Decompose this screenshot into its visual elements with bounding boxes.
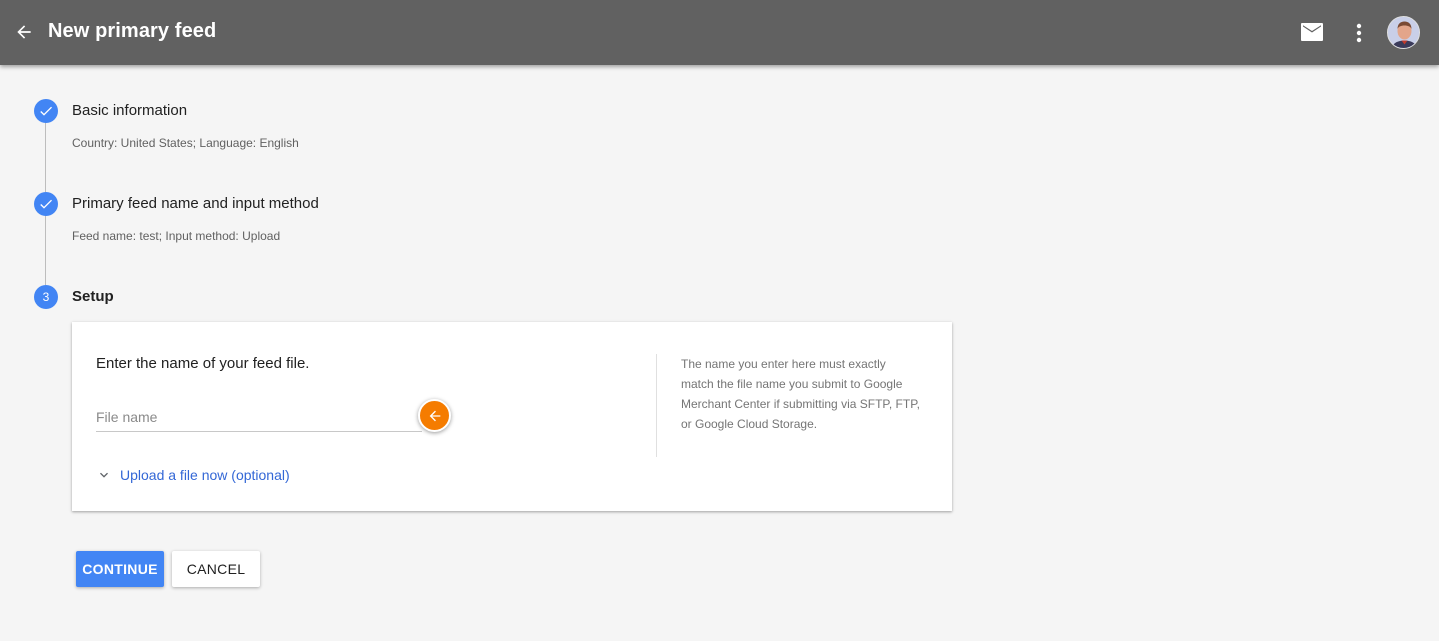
file-name-prompt: Enter the name of your feed file. — [96, 355, 310, 372]
step-3-title: Setup — [72, 288, 114, 305]
step-connector — [45, 122, 46, 192]
step-2-summary: Feed name: test; Input method: Upload — [72, 229, 281, 243]
mail-icon — [1301, 23, 1323, 41]
step-3-number: 3 — [34, 285, 58, 309]
chevron-down-icon — [100, 472, 108, 478]
more-options-button[interactable] — [1349, 21, 1369, 45]
step-1-complete-indicator — [34, 99, 58, 123]
check-icon — [40, 199, 52, 209]
upload-file-link-label: Upload a file now (optional) — [120, 467, 290, 483]
mail-button[interactable] — [1300, 22, 1324, 42]
arrow-left-icon — [17, 25, 31, 39]
more-vertical-icon — [1356, 23, 1362, 43]
back-button[interactable] — [12, 20, 36, 44]
step-2-title[interactable]: Primary feed name and input method — [72, 195, 319, 212]
page-title: New primary feed — [48, 20, 217, 42]
cancel-button[interactable]: CANCEL — [172, 551, 260, 587]
check-icon — [40, 106, 52, 116]
file-name-help-text: The name you enter here must exactly mat… — [681, 357, 920, 431]
setup-card: Enter the name of your feed file. Upload… — [72, 322, 952, 511]
arrow-left-icon — [429, 410, 440, 421]
user-avatar-icon — [1388, 17, 1419, 48]
step-connector — [45, 215, 46, 285]
card-divider — [656, 354, 657, 457]
step-1-summary: Country: United States; Language: Englis… — [72, 136, 299, 150]
hint-pin-button[interactable] — [418, 399, 451, 432]
file-name-input[interactable] — [96, 402, 422, 432]
continue-button[interactable]: CONTINUE — [76, 551, 164, 587]
step-1-title[interactable]: Basic information — [72, 102, 187, 119]
app-bar: New primary feed — [0, 0, 1439, 65]
avatar[interactable] — [1387, 16, 1420, 49]
upload-file-toggle[interactable]: Upload a file now (optional) — [96, 467, 290, 483]
step-2-complete-indicator — [34, 192, 58, 216]
